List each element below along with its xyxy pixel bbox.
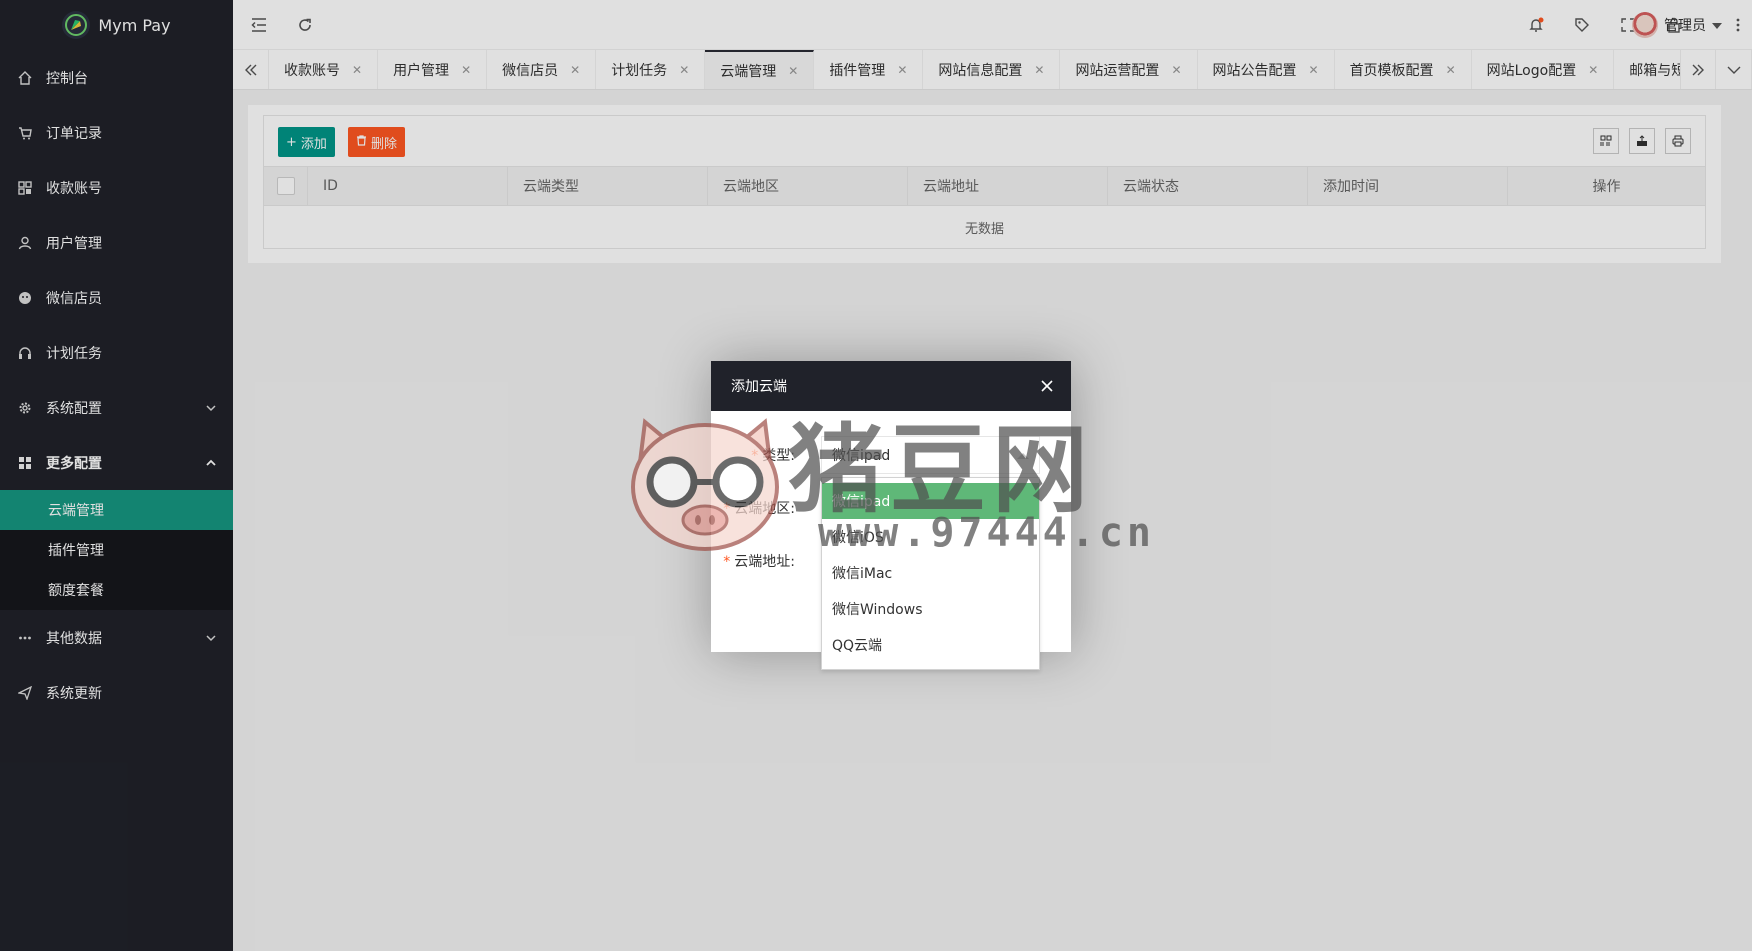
field-label: * 云端地区: <box>711 498 805 518</box>
required-mark: * <box>751 448 759 464</box>
caret-up-icon <box>1017 453 1029 459</box>
required-mark: * <box>723 554 731 570</box>
type-label: 类型: <box>762 448 795 464</box>
dropdown-option[interactable]: 微信ipad <box>822 483 1039 519</box>
dialog-header: 添加云端 <box>711 361 1071 411</box>
dropdown-option[interactable]: 微信iMac <box>822 555 1039 591</box>
dropdown-option[interactable]: QQ云端 <box>822 627 1039 663</box>
form-row-address: * 云端地址: <box>711 542 805 580</box>
field-label: * 类型: <box>711 445 805 465</box>
form-row-region: * 云端地区: <box>711 489 805 527</box>
form-row-type: * 类型: <box>711 436 805 474</box>
required-mark: * <box>723 501 731 517</box>
close-icon[interactable] <box>1039 378 1055 394</box>
type-select[interactable]: 微信ipad <box>821 436 1040 474</box>
field-label: * 云端地址: <box>711 551 805 571</box>
dialog-title: 添加云端 <box>731 379 787 395</box>
dropdown-option[interactable]: 微信Windows <box>822 591 1039 627</box>
dropdown-option[interactable]: 微信iOS <box>822 519 1039 555</box>
type-dropdown: 微信ipad 微信iOS 微信iMac 微信Windows QQ云端 <box>821 477 1040 670</box>
address-label: 云端地址: <box>734 554 795 570</box>
region-label: 云端地区: <box>734 501 795 517</box>
type-select-value: 微信ipad <box>832 448 891 464</box>
